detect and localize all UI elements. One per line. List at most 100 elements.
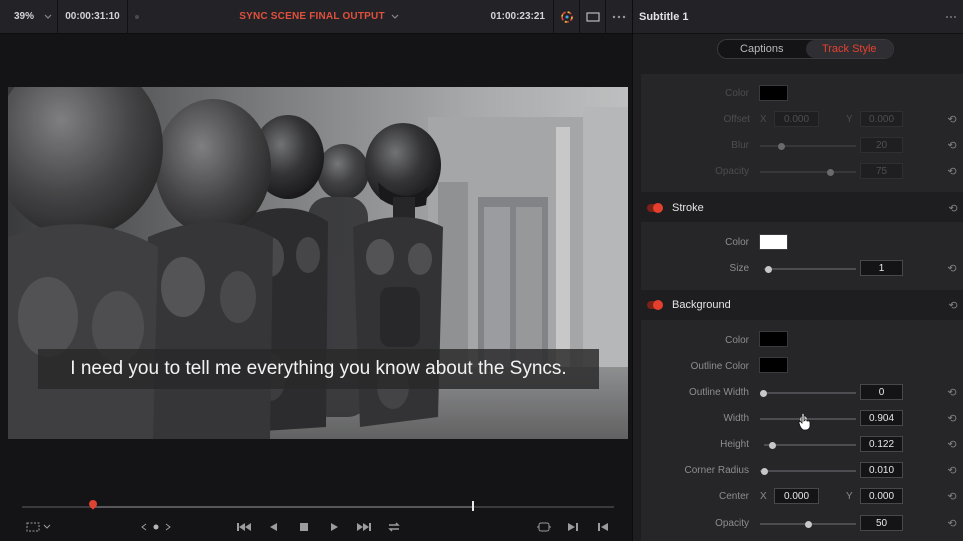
inspector-tabs: Captions Track Style [717,39,894,59]
center-x-field[interactable]: 0.000 [774,488,819,504]
dot-icon[interactable] [150,519,162,535]
reset-icon[interactable]: ⟲ [946,262,958,275]
more-icon[interactable] [945,10,957,22]
corner-radius-label: Corner Radius [684,465,749,476]
outline-width-field[interactable]: 0 [860,384,903,400]
height-field[interactable]: 0.122 [860,436,903,452]
slider-knob[interactable] [764,265,772,273]
stop-icon[interactable] [296,519,312,535]
reset-icon[interactable]: ⟲ [946,165,958,178]
shadow-blur-slider[interactable] [760,142,856,150]
video-frame: I need you to tell me everything you kno… [8,87,628,439]
match-frame-icon[interactable] [534,519,554,535]
stroke-section [641,222,963,290]
background-color-label: Color [725,335,749,346]
shadow-offset-x-field[interactable]: 0.000 [774,111,819,127]
slider-knob[interactable] [804,520,812,528]
background-toggle[interactable] [647,300,663,310]
stroke-toggle[interactable] [647,203,663,213]
play-reverse-icon[interactable] [266,519,282,535]
corner-radius-slider[interactable] [760,467,856,475]
skip-to-end-icon[interactable] [354,519,374,535]
chevron-right-icon[interactable] [162,519,174,535]
height-label: Height [720,439,749,450]
shadow-offset-y-label: Y [846,114,853,125]
slider-knob[interactable] [760,389,767,397]
reset-icon[interactable]: ⟲ [946,517,958,530]
shadow-opacity-slider[interactable] [760,168,856,176]
shadow-blur-field[interactable]: 20 [860,137,903,153]
reset-icon[interactable]: ⟲ [946,490,958,503]
mouse-cursor-icon [798,413,811,431]
slider-knob[interactable] [826,168,834,176]
play-icon[interactable] [326,519,342,535]
scrubber-range [93,506,472,508]
reset-icon[interactable]: ⟲ [946,139,958,152]
stroke-color-swatch[interactable] [759,234,788,250]
zoom-dropdown[interactable]: 39% [0,0,58,34]
shadow-offset-x-label: X [760,114,767,125]
reset-icon[interactable]: ⟲ [947,299,959,312]
slider-knob[interactable] [760,467,768,475]
shadow-blur-label: Blur [731,140,749,151]
corner-radius-field[interactable]: 0.010 [860,462,903,478]
outline-color-label: Outline Color [690,361,749,372]
tab-track-style[interactable]: Track Style [805,40,893,58]
background-color-swatch[interactable] [759,331,788,347]
height-slider[interactable] [764,441,856,449]
shadow-offset-y-field[interactable]: 0.000 [860,111,903,127]
chevron-down-icon [391,14,399,19]
chevron-down-icon [44,14,52,19]
color-wheel-icon[interactable] [554,0,580,34]
slider-knob[interactable] [777,142,785,150]
next-edit-icon[interactable] [564,519,582,535]
background-title: Background [672,299,731,311]
stroke-color-label: Color [725,237,749,248]
center-y-label: Y [846,491,853,502]
out-point-marker[interactable] [471,501,474,511]
outline-color-swatch[interactable] [759,357,788,373]
rectangle-icon[interactable] [580,0,606,34]
slider-knob[interactable] [769,441,777,449]
timeline-dropdown[interactable]: SYNC SCENE FINAL OUTPUT [146,0,492,34]
background-opacity-slider[interactable] [760,520,856,528]
reset-icon[interactable]: ⟲ [946,412,958,425]
reset-icon[interactable]: ⟲ [946,464,958,477]
scrubber-bar[interactable] [22,498,614,511]
width-label: Width [723,413,749,424]
record-timecode[interactable]: 01:00:23:21 [491,0,554,34]
chevron-left-icon[interactable] [138,519,150,535]
safe-area-icon[interactable] [24,519,54,535]
timeline-name: SYNC SCENE FINAL OUTPUT [239,11,385,22]
stroke-size-label: Size [729,263,749,274]
shadow-color-swatch[interactable] [759,85,788,101]
reset-icon[interactable]: ⟲ [946,438,958,451]
shadow-offset-label: Offset [723,114,751,125]
center-label: Center [718,491,749,502]
inspector-title: Subtitle 1 [639,10,689,23]
stroke-section-header[interactable]: Stroke ⟲ [633,195,963,221]
transport-controls [0,516,632,541]
shadow-opacity-field[interactable]: 75 [860,163,903,179]
outline-width-slider[interactable] [760,389,856,397]
stroke-size-slider[interactable] [764,265,856,273]
source-timecode[interactable]: 00:00:31:10 [58,0,128,34]
reset-icon[interactable]: ⟲ [947,202,959,215]
previous-edit-icon[interactable] [594,519,612,535]
stroke-size-field[interactable]: 1 [860,260,903,276]
skip-to-start-icon[interactable] [234,519,254,535]
background-opacity-label: Opacity [715,518,749,529]
loop-icon[interactable] [384,519,404,535]
tab-captions[interactable]: Captions [718,40,806,58]
subtitle-text: I need you to tell me everything you kno… [70,358,567,379]
reset-icon[interactable]: ⟲ [946,113,958,126]
viewer-panel: 39% 00:00:31:10 SYNC SCENE FINAL OUTPUT … [0,0,632,541]
background-opacity-field[interactable]: 50 [860,515,903,531]
reset-icon[interactable]: ⟲ [946,386,958,399]
width-field[interactable]: 0.904 [860,410,903,426]
inspector-header: Subtitle 1 [633,0,963,34]
stroke-title: Stroke [672,202,704,214]
more-icon[interactable] [606,0,632,34]
background-section-header[interactable]: Background ⟲ [633,292,963,318]
center-y-field[interactable]: 0.000 [860,488,903,504]
